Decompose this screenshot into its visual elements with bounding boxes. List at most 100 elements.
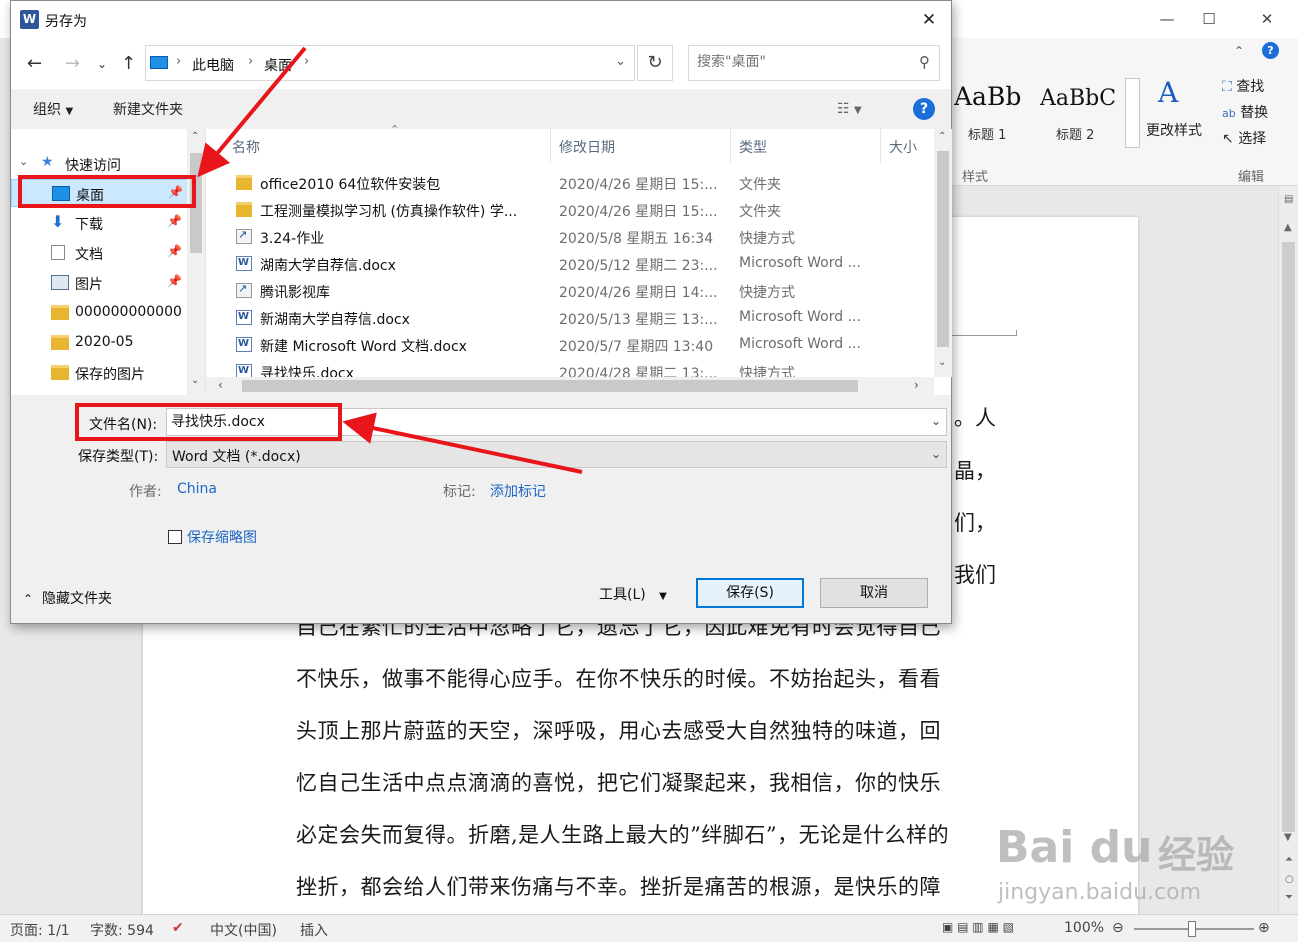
doc-paragraph-line: 挫折，都会给人们带来伤痛与不幸。挫折是痛苦的根源，是快乐的障 (296, 875, 941, 899)
scroll-thumb[interactable] (1282, 242, 1295, 832)
nav-item-pictures[interactable]: 图片 📌 (11, 269, 189, 297)
chevron-down-icon[interactable]: ⌄ (931, 447, 941, 461)
chevron-right-icon[interactable]: › (176, 54, 181, 69)
zoom-slider-handle[interactable] (1188, 921, 1196, 937)
scroll-up-icon[interactable]: ▲ (1284, 222, 1292, 233)
add-tags-link[interactable]: 添加标记 (490, 481, 546, 501)
nav-item-documents[interactable]: 文档 📌 (11, 239, 189, 267)
nav-item-folder[interactable]: 2020-05 (11, 329, 189, 357)
file-row[interactable]: 寻找快乐.docx 2020/4/28 星期二 13:... 快捷方式 (206, 359, 936, 377)
shortcut-icon (236, 282, 252, 298)
column-type[interactable]: 类型 (739, 137, 767, 157)
author-value[interactable]: China (177, 481, 217, 497)
view-options-icon[interactable]: ☷ ▼ (837, 101, 862, 117)
ruler-icon[interactable]: ▤ (1284, 194, 1293, 205)
file-list-vscrollbar[interactable]: ⌃ ⌄ (934, 129, 952, 377)
file-row[interactable]: 新建 Microsoft Word 文档.docx 2020/5/7 星期四 1… (206, 332, 936, 359)
column-size[interactable]: 大小 (889, 137, 917, 157)
insert-mode[interactable]: 插入 (300, 920, 328, 940)
style-heading2-sample[interactable]: AaBbC (1040, 86, 1122, 111)
help-icon[interactable]: ? (1262, 42, 1279, 59)
folder-icon (51, 335, 69, 350)
page-count[interactable]: 页面: 1/1 (10, 920, 70, 940)
expand-chevron-icon[interactable]: ⌄ (19, 155, 28, 168)
binoculars-icon: ⛶ (1222, 79, 1232, 95)
select-button[interactable]: ↖ 选择 (1222, 128, 1266, 148)
breadcrumb-desktop[interactable]: 桌面 (264, 55, 292, 75)
search-input[interactable] (697, 54, 897, 70)
find-button[interactable]: ⛶ 查找 (1222, 76, 1264, 96)
new-folder-button[interactable]: 新建文件夹 (113, 99, 183, 119)
address-dropdown-icon[interactable]: ⌄ (615, 54, 626, 69)
file-row[interactable]: 新湖南大学自荐信.docx 2020/5/13 星期三 13:... Micro… (206, 305, 936, 332)
scroll-down-icon[interactable]: ▼ (1284, 832, 1292, 843)
word-count[interactable]: 字数: 594 (90, 920, 154, 940)
file-hscroll-thumb[interactable] (242, 380, 858, 392)
chevron-down-icon[interactable]: ⌄ (931, 414, 941, 428)
save-thumbnail-checkbox[interactable] (168, 530, 182, 544)
nav-item-folder[interactable]: 000000000000 (11, 299, 189, 327)
view-buttons[interactable]: ▣ ▤ ▥ ▦ ▧ (942, 920, 1014, 934)
search-box[interactable]: ⚲ (688, 45, 940, 81)
scroll-down-icon[interactable]: ⌄ (191, 375, 199, 386)
style-heading1-sample[interactable]: AaBb (954, 82, 1030, 111)
breadcrumb-this-pc[interactable]: 此电脑 (192, 55, 234, 75)
save-thumbnail-label[interactable]: 保存缩略图 (187, 527, 257, 547)
address-bar[interactable]: › 此电脑 › 桌面 › ⌄ (145, 45, 635, 81)
zoom-level[interactable]: 100% (1064, 920, 1104, 936)
help-button[interactable]: ? (913, 98, 935, 120)
style-gallery-scroll[interactable] (1125, 78, 1140, 148)
recent-locations-icon[interactable]: ⌄ (97, 57, 107, 71)
replace-button[interactable]: ab 替换 (1222, 102, 1268, 122)
refresh-icon[interactable]: ↻ (637, 45, 673, 81)
chevron-right-icon[interactable]: › (248, 54, 253, 69)
file-list-hscrollbar[interactable]: ‹ › (206, 377, 934, 395)
change-styles-button[interactable]: 更改样式 (1146, 120, 1202, 140)
file-row[interactable]: office2010 64位软件安装包 2020/4/26 星期日 15:...… (206, 170, 936, 197)
back-arrow-icon[interactable]: ← (27, 53, 42, 74)
collapse-ribbon-icon[interactable]: ⌃ (1234, 44, 1244, 58)
file-row[interactable]: 湖南大学自荐信.docx 2020/5/12 星期二 23:... Micros… (206, 251, 936, 278)
save-button[interactable]: 保存(S) (696, 578, 804, 608)
nav-item-folder[interactable]: 保存的图片 (11, 359, 189, 387)
tools-button[interactable]: 工具(L) ▼ (599, 584, 667, 604)
language[interactable]: 中文(中国) (210, 920, 277, 940)
scroll-up-icon[interactable]: ⌃ (191, 131, 199, 142)
close-icon[interactable]: ✕ (1244, 4, 1290, 34)
column-divider[interactable] (550, 129, 551, 163)
proofing-icon[interactable]: ✔ (172, 920, 184, 936)
cancel-button[interactable]: 取消 (820, 578, 928, 608)
hide-folders-toggle[interactable]: ⌃ 隐藏文件夹 (23, 588, 112, 608)
search-icon[interactable]: ⚲ (919, 53, 930, 71)
organize-button[interactable]: 组织 ▼ (33, 99, 73, 119)
scroll-up-icon[interactable]: ⌃ (938, 131, 946, 142)
document-scrollbar[interactable]: ▤ ▲ ▼ ⏶ ○ ⏷ (1278, 186, 1298, 914)
prev-page-icon[interactable]: ⏶ (1285, 854, 1293, 865)
dialog-close-icon[interactable]: ✕ (909, 5, 949, 35)
scroll-right-icon[interactable]: › (914, 378, 919, 392)
column-date[interactable]: 修改日期 (559, 137, 615, 157)
maximize-icon[interactable]: ☐ (1186, 4, 1232, 34)
nav-item-downloads[interactable]: ⬇ 下载 📌 (11, 209, 189, 237)
file-row[interactable]: 工程测量模拟学习机 (仿真操作软件) 学... 2020/4/26 星期日 15… (206, 197, 936, 224)
filetype-select[interactable]: Word 文档 (*.docx) ⌄ (166, 441, 947, 468)
column-divider[interactable] (880, 129, 881, 163)
nav-scrollbar[interactable]: ⌃ ⌄ (187, 129, 205, 395)
zoom-out-icon[interactable]: ⊖ (1112, 920, 1124, 936)
file-row[interactable]: 腾讯影视库 2020/4/26 星期日 14:... 快捷方式 (206, 278, 936, 305)
column-divider[interactable] (730, 129, 731, 163)
next-page-icon[interactable]: ⏷ (1285, 892, 1293, 903)
minimize-icon[interactable]: — (1144, 4, 1190, 34)
change-styles-icon[interactable]: A (1158, 76, 1178, 109)
scroll-left-icon[interactable]: ‹ (218, 378, 223, 392)
scroll-down-icon[interactable]: ⌄ (938, 357, 946, 368)
forward-arrow-icon[interactable]: → (65, 53, 80, 74)
file-row[interactable]: 3.24-作业 2020/5/8 星期五 16:34 快捷方式 (206, 224, 936, 251)
zoom-in-icon[interactable]: ⊕ (1258, 920, 1270, 936)
column-name[interactable]: 名称 (232, 137, 260, 157)
chevron-right-icon[interactable]: › (304, 54, 309, 69)
browse-object-icon[interactable]: ○ (1285, 874, 1294, 885)
up-arrow-icon[interactable]: ↑ (121, 53, 136, 74)
file-vscroll-thumb[interactable] (937, 151, 949, 347)
quick-access-label[interactable]: 快速访问 (65, 155, 121, 175)
